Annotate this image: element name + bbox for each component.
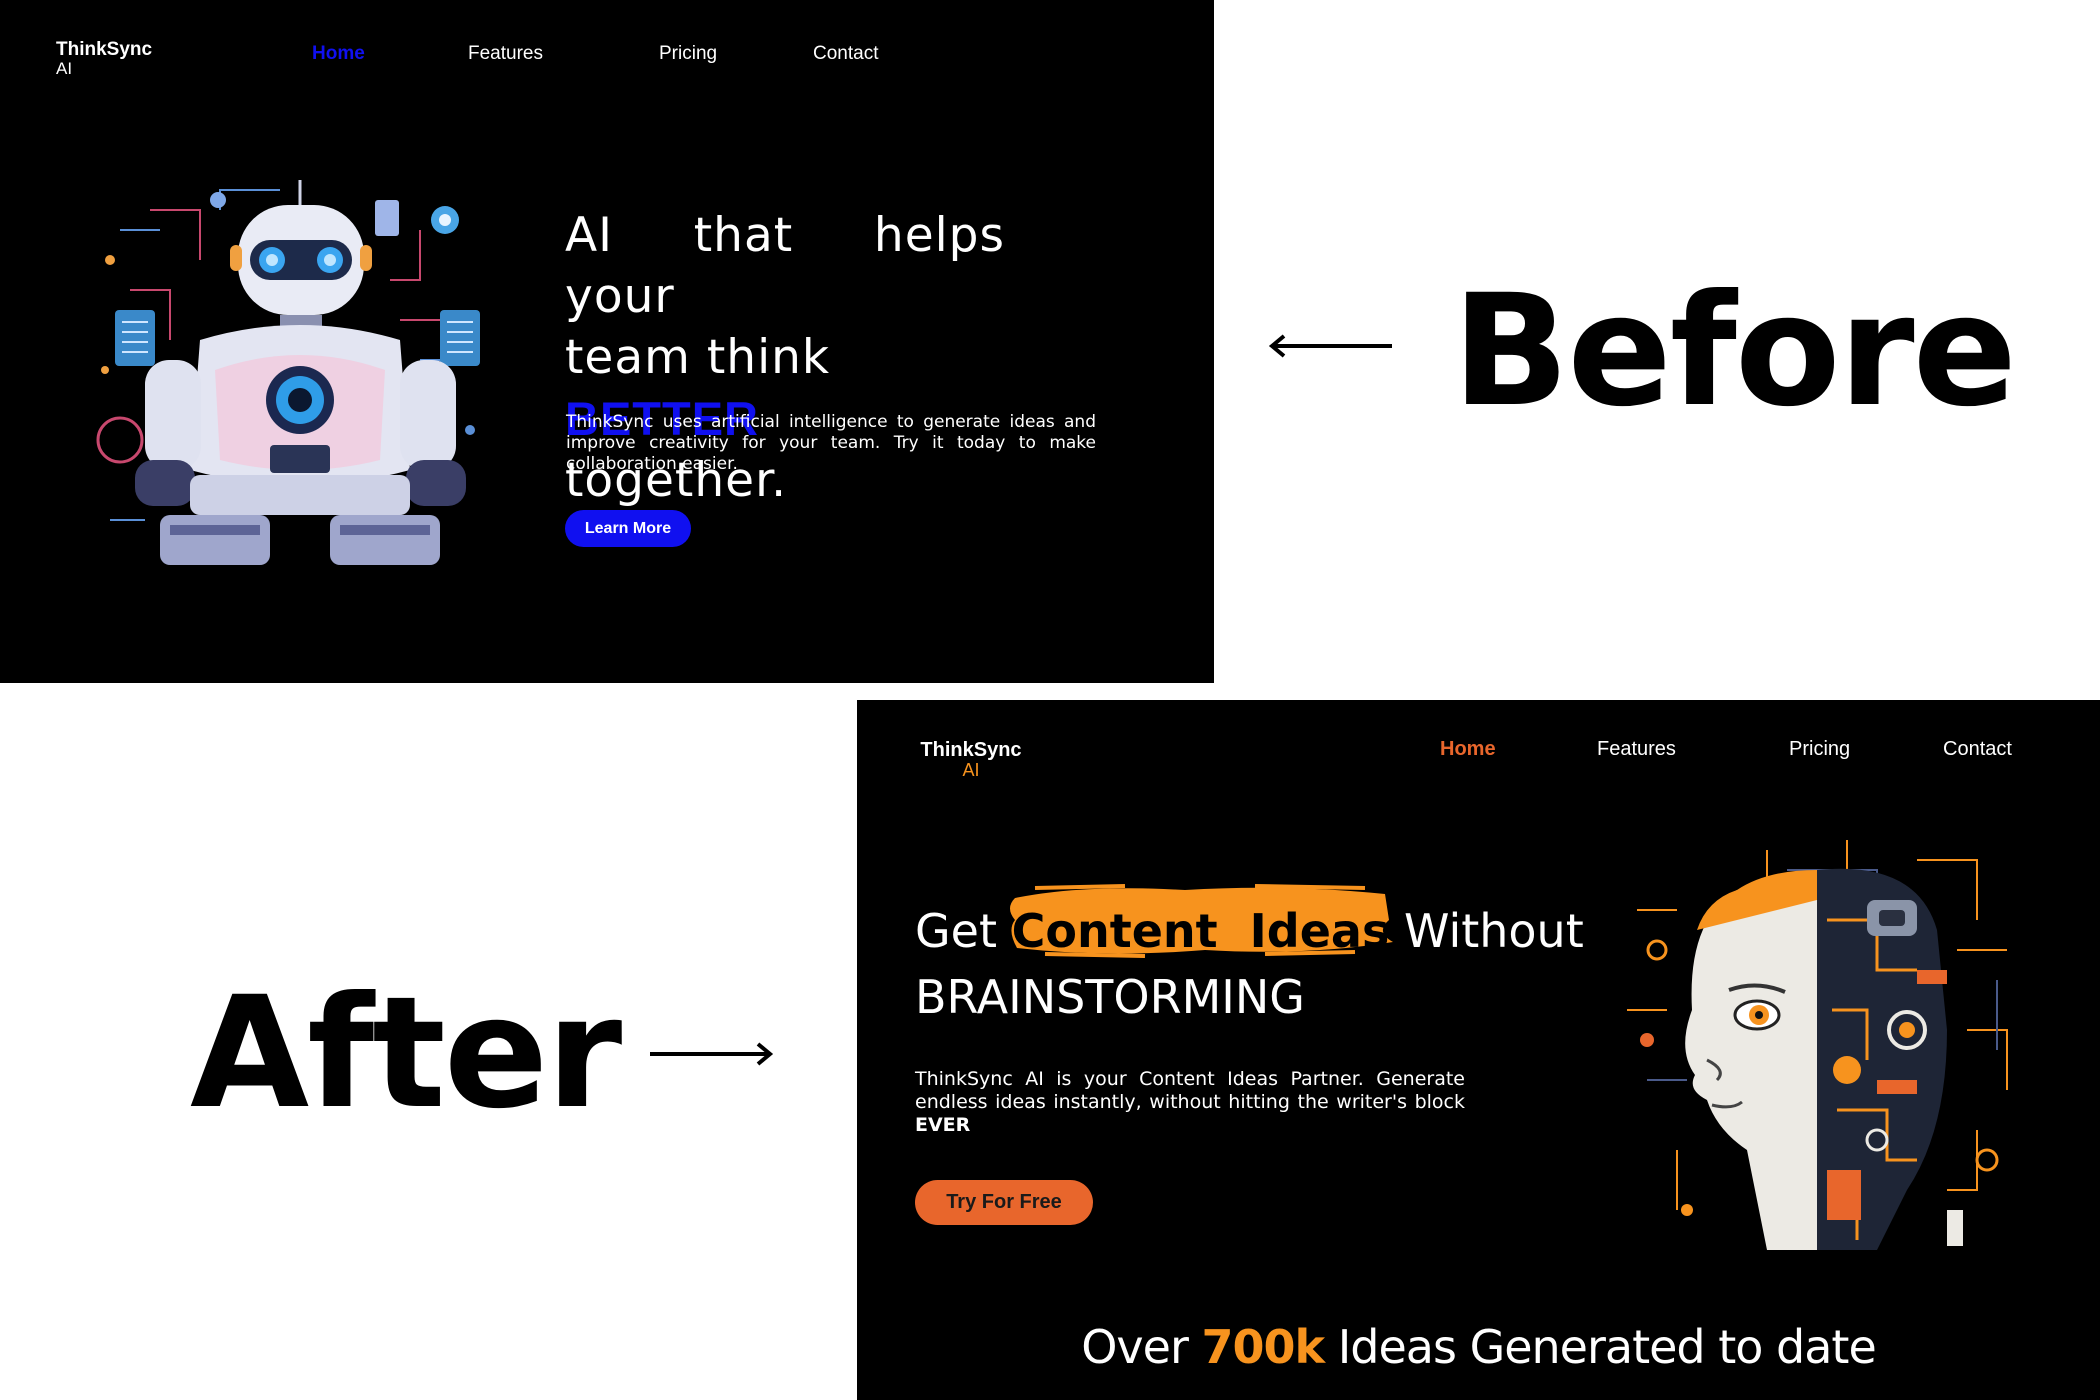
arrow-right-icon	[650, 1042, 774, 1066]
stats-post: Ideas Generated to date	[1324, 1320, 1877, 1374]
try-for-free-button[interactable]: Try For Free	[915, 1180, 1093, 1225]
logo-sub: AI	[962, 760, 980, 780]
ai-face-illustration-icon	[1627, 840, 2008, 1250]
nav-home[interactable]: Home	[1440, 738, 1496, 761]
description-text: ThinkSync AI is your Content Ideas Partn…	[915, 1068, 1465, 1113]
before-label: Before	[1452, 262, 2017, 441]
headline-pre: Get	[915, 904, 997, 958]
nav-pricing[interactable]: Pricing	[659, 43, 717, 65]
arrow-left-icon	[1268, 334, 1392, 358]
description-bold: EVER	[915, 1114, 971, 1136]
nav-pricing[interactable]: Pricing	[1789, 738, 1850, 761]
stats-line: Over 700k Ideas Generated to date	[857, 1320, 2100, 1374]
logo[interactable]: ThinkSync AI	[915, 740, 1027, 780]
nav-home[interactable]: Home	[312, 43, 365, 65]
headline-line-2: BRAINSTORMING	[915, 970, 1305, 1024]
logo-sub: AI	[56, 58, 73, 78]
stats-pre: Over	[1081, 1320, 1202, 1374]
before-screenshot: ThinkSync AI Home Features Pricing Conta…	[0, 0, 1214, 683]
learn-more-button[interactable]: Learn More	[565, 510, 691, 547]
headline-highlight: Content Ideas	[1011, 904, 1390, 958]
logo[interactable]: ThinkSync AI	[56, 40, 152, 78]
after-screenshot: ThinkSync AI Home Features Pricing Conta…	[857, 700, 2100, 1400]
headline-post: Without	[1403, 904, 1584, 958]
headline-line-1: AI that helps your	[565, 208, 1005, 324]
nav-features[interactable]: Features	[1597, 738, 1676, 761]
nav-contact[interactable]: Contact	[1943, 738, 2012, 761]
headline-line-2-text: team think	[565, 330, 831, 385]
hero-description: ThinkSync uses artificial intelligence t…	[566, 412, 1096, 474]
hero-description: ThinkSync AI is your Content Ideas Partn…	[915, 1068, 1465, 1137]
after-label: After	[190, 964, 622, 1143]
headline-line-1: Get Content Ideas Without	[915, 898, 1595, 964]
hero-headline: Get Content Ideas Without BRAINSTORMING	[915, 898, 1595, 1030]
logo-name: ThinkSync	[56, 39, 153, 60]
robot-illustration-icon	[96, 180, 480, 565]
stats-value: 700k	[1201, 1320, 1325, 1374]
nav-features[interactable]: Features	[468, 43, 543, 65]
logo-name: ThinkSync	[920, 739, 1022, 761]
nav-contact[interactable]: Contact	[813, 43, 878, 65]
